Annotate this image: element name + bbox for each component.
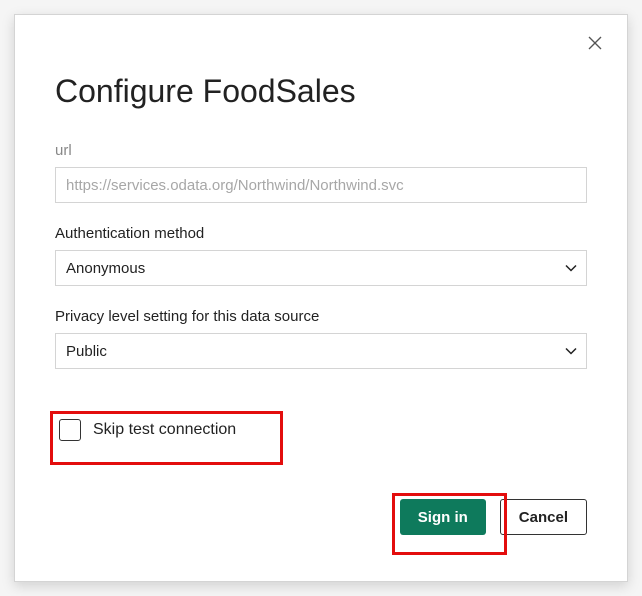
skip-test-row[interactable]: Skip test connection: [55, 413, 246, 447]
auth-method-label: Authentication method: [55, 225, 587, 242]
privacy-level-label: Privacy level setting for this data sour…: [55, 308, 587, 325]
url-input[interactable]: [55, 167, 587, 203]
cancel-button[interactable]: Cancel: [500, 499, 587, 535]
configure-dialog: Configure FoodSales url Authentication m…: [14, 14, 628, 582]
signin-button[interactable]: Sign in: [400, 499, 486, 535]
skip-test-label: Skip test connection: [93, 421, 236, 439]
close-icon: [588, 36, 602, 50]
skip-test-checkbox[interactable]: [59, 419, 81, 441]
privacy-level-group: Privacy level setting for this data sour…: [55, 308, 587, 369]
privacy-level-select-wrapper: Public: [55, 333, 587, 369]
privacy-level-select[interactable]: Public: [55, 333, 587, 369]
auth-method-select[interactable]: Anonymous: [55, 250, 587, 286]
dialog-title: Configure FoodSales: [55, 73, 587, 110]
close-button[interactable]: [581, 29, 609, 57]
auth-method-select-wrapper: Anonymous: [55, 250, 587, 286]
auth-method-group: Authentication method Anonymous: [55, 225, 587, 286]
dialog-button-row: Sign in Cancel: [55, 499, 587, 535]
url-group: url: [55, 142, 587, 203]
url-label: url: [55, 142, 587, 159]
